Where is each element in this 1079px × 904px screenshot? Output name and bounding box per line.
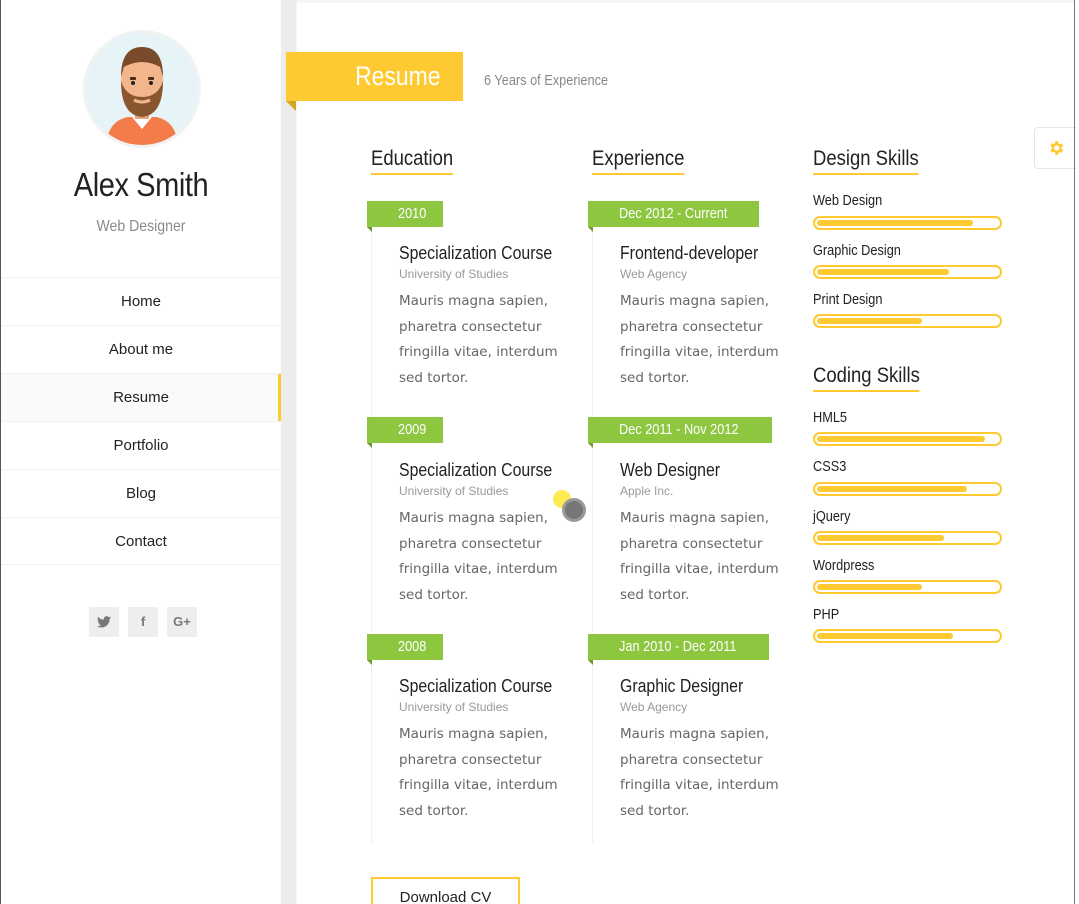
education-entry-text: Mauris magna sapien, pharetra consectetu… <box>399 293 558 386</box>
skill-fill <box>817 486 967 492</box>
date-tag-fold <box>367 443 372 448</box>
education-heading: Education <box>371 147 454 175</box>
experience-entry-title: Graphic Designer <box>620 676 744 696</box>
education-date-tag: 2010 <box>367 201 444 227</box>
download-cv-button[interactable]: Download CV <box>371 877 520 904</box>
ribbon-fold <box>286 101 296 111</box>
skill-fill <box>817 318 922 324</box>
experience-entry-org: Web Agency <box>620 267 688 281</box>
experience-entry-org: Apple Inc. <box>620 484 674 498</box>
experience-date-tag: Dec 2012 - Current <box>588 201 759 227</box>
skill-fill <box>817 633 953 639</box>
skill-bar <box>813 482 1002 496</box>
skill-label: PHP <box>813 606 840 623</box>
gear-icon[interactable] <box>1034 127 1076 169</box>
date-tag-fold <box>588 227 593 232</box>
experience-entry-text: Mauris magna sapien, pharetra consectetu… <box>620 726 779 819</box>
facebook-icon[interactable]: f <box>128 607 158 637</box>
skill-bar <box>813 531 1002 545</box>
skill-bar <box>813 216 1002 230</box>
skill-bar <box>813 629 1002 643</box>
date-tag-fold <box>367 227 372 232</box>
skill-label: Print Design <box>813 291 883 308</box>
coding-skills-heading: Coding Skills <box>813 364 920 392</box>
sidebar-divider <box>281 0 297 904</box>
education-entry-org: University of Studies <box>399 267 509 281</box>
date-tag-fold <box>588 660 593 665</box>
skill-bar <box>813 265 1002 279</box>
experience-entry-title: Web Designer <box>620 460 721 480</box>
nav-item-blog[interactable]: Blog <box>1 469 281 517</box>
skill-bar <box>813 432 1002 446</box>
date-tag-fold <box>588 443 593 448</box>
experience-date-tag: Dec 2011 - Nov 2012 <box>588 417 772 443</box>
profile-name: Alex Smith <box>73 166 209 203</box>
experience-entry-text: Mauris magna sapien, pharetra consectetu… <box>620 510 779 603</box>
nav-item-about-me[interactable]: About me <box>1 325 281 373</box>
window-border-right <box>1074 0 1075 904</box>
profile-role: Web Designer <box>96 218 186 235</box>
skill-bar <box>813 580 1002 594</box>
skill-label: Wordpress <box>813 557 875 574</box>
skill-fill <box>817 535 944 541</box>
education-entry-org: University of Studies <box>399 700 509 714</box>
skill-label: Graphic Design <box>813 242 901 259</box>
education-entry-title: Specialization Course <box>399 460 553 480</box>
page-subtitle: 6 Years of Experience <box>484 72 609 89</box>
education-entry-title: Specialization Course <box>399 676 553 696</box>
nav-item-home[interactable]: Home <box>1 277 281 325</box>
google-plus-icon[interactable]: G+ <box>167 607 197 637</box>
skill-fill <box>817 436 985 442</box>
sidebar: Alex Smith Web Designer Home About me Re… <box>1 0 281 904</box>
twitter-icon[interactable] <box>89 607 119 637</box>
experience-entry-org: Web Agency <box>620 700 688 714</box>
skill-fill <box>817 584 922 590</box>
skill-label: jQuery <box>813 508 851 525</box>
education-entry-text: Mauris magna sapien, pharetra consectetu… <box>399 726 558 819</box>
skill-label: HML5 <box>813 409 848 426</box>
skill-fill <box>817 269 949 275</box>
main-nav: Home About me Resume Portfolio Blog Cont… <box>1 277 281 565</box>
experience-timeline <box>592 228 593 843</box>
skill-label: CSS3 <box>813 458 847 475</box>
education-date-tag: 2009 <box>367 417 444 443</box>
cursor-pointer <box>562 498 586 522</box>
design-skills-heading: Design Skills <box>813 147 919 175</box>
nav-item-portfolio[interactable]: Portfolio <box>1 421 281 469</box>
education-entry-title: Specialization Course <box>399 243 553 263</box>
education-entry-org: University of Studies <box>399 484 509 498</box>
avatar <box>83 30 201 148</box>
social-links: f G+ <box>89 607 197 637</box>
date-tag-fold <box>367 660 372 665</box>
education-entry-text: Mauris magna sapien, pharetra consectetu… <box>399 510 558 603</box>
education-date-tag: 2008 <box>367 634 444 660</box>
page-title: Resume <box>286 52 463 101</box>
nav-item-contact[interactable]: Contact <box>1 517 281 565</box>
experience-date-tag: Jan 2010 - Dec 2011 <box>588 634 770 660</box>
main-top-border <box>297 0 1074 3</box>
skill-bar <box>813 314 1002 328</box>
skill-label: Web Design <box>813 192 883 209</box>
skill-fill <box>817 220 973 226</box>
experience-entry-title: Frontend-developer <box>620 243 759 263</box>
education-timeline <box>371 228 372 843</box>
experience-heading: Experience <box>592 147 685 175</box>
experience-entry-text: Mauris magna sapien, pharetra consectetu… <box>620 293 779 386</box>
nav-item-resume[interactable]: Resume <box>1 373 281 422</box>
